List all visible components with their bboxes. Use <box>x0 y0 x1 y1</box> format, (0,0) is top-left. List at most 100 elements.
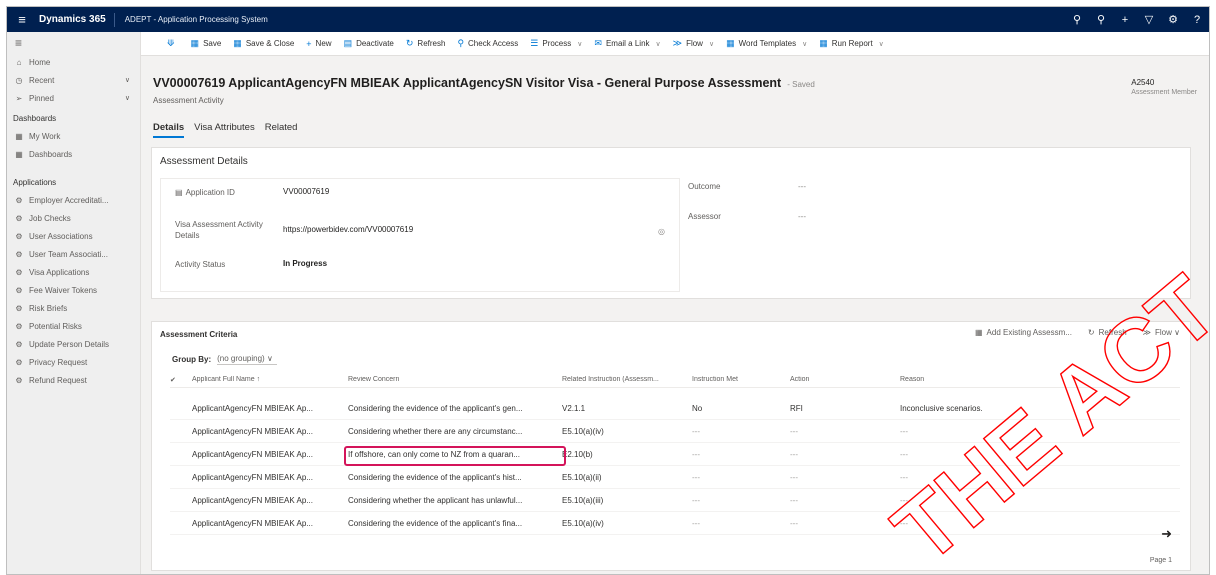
sidebar-item-potential-risks[interactable]: ⚙ Potential Risks <box>7 318 140 336</box>
tab-related[interactable]: Related <box>265 122 298 138</box>
globe-icon[interactable]: ◎ <box>658 227 665 236</box>
table-row[interactable]: ApplicantAgencyFN MBIEAK Ap... If offsho… <box>170 444 1180 466</box>
hamburger-icon[interactable]: ≡ <box>7 32 140 54</box>
cell-reason: --- <box>900 496 908 505</box>
outcome-value[interactable]: --- <box>798 182 806 191</box>
group-by-select[interactable]: (no grouping) ∨ <box>217 354 277 365</box>
cell-related-instruction[interactable]: E2.10(b) <box>558 450 688 459</box>
cell-review-concern[interactable]: Considering whether there are any circum… <box>344 427 558 436</box>
run-report-button[interactable]: ▦ Run Report ∨ <box>819 38 884 49</box>
add-existing-button[interactable]: ▦ Add Existing Assessm... <box>975 328 1072 337</box>
cell-related-instruction[interactable]: E5.10(a)(iv) <box>558 519 688 528</box>
gear-icon[interactable]: ⚙ <box>1161 13 1185 26</box>
cell-related-instruction[interactable]: E5.10(a)(iii) <box>558 496 688 505</box>
outcome-field[interactable]: Outcome --- <box>688 182 806 191</box>
flow-icon: ≫ <box>1142 328 1152 337</box>
app-launcher-icon[interactable]: ≡ <box>11 12 33 27</box>
arrow-right-icon[interactable]: ➜ <box>1161 526 1172 542</box>
help-icon[interactable]: ? <box>1185 14 1209 26</box>
filter-icon[interactable]: ▽ <box>1137 13 1161 26</box>
chevron-down-icon: ∨ <box>266 354 273 363</box>
deactivate-button[interactable]: ▤ Deactivate <box>344 38 394 49</box>
cell-action: RFI <box>790 404 803 413</box>
column-header-reason[interactable]: Reason <box>896 376 1116 383</box>
table-row[interactable]: ApplicantAgencyFN MBIEAK Ap... Consideri… <box>170 421 1180 443</box>
sidebar-item-visa-applications[interactable]: ⚙ Visa Applications <box>7 264 140 282</box>
cell-applicant-name[interactable]: ApplicantAgencyFN MBIEAK Ap... <box>192 473 344 482</box>
chevron-down-icon[interactable]: ∨ <box>125 90 130 108</box>
lightbulb-icon[interactable]: ⚲ <box>1089 13 1113 26</box>
back-button[interactable]: ⟱ <box>167 38 179 49</box>
table-row[interactable]: ApplicantAgencyFN MBIEAK Ap... Consideri… <box>170 513 1180 535</box>
application-id-value: VV00007619 <box>283 187 330 196</box>
column-header-review-concern[interactable]: Review Concern <box>344 376 558 383</box>
plus-icon[interactable]: + <box>1113 14 1137 26</box>
app-name[interactable]: ADEPT - Application Processing System <box>115 15 268 24</box>
sidebar-item-pinned[interactable]: ➢ Pinned ∨ <box>7 90 140 108</box>
check-access-button[interactable]: ⚲ Check Access <box>457 38 518 49</box>
cell-review-concern[interactable]: Considering the evidence of the applican… <box>344 473 558 482</box>
cell-related-instruction[interactable]: E5.10(a)(ii) <box>558 473 688 482</box>
deactivate-label: Deactivate <box>356 39 394 48</box>
new-button[interactable]: + New <box>306 39 331 49</box>
cell-applicant-name[interactable]: ApplicantAgencyFN MBIEAK Ap... <box>192 450 344 459</box>
cell-applicant-name[interactable]: ApplicantAgencyFN MBIEAK Ap... <box>192 496 344 505</box>
save-button[interactable]: ▦ Save <box>191 38 222 49</box>
cell-review-concern[interactable]: Considering the evidence of the applican… <box>344 404 558 413</box>
add-existing-icon: ▦ <box>974 328 983 337</box>
subgrid-flow-button[interactable]: ≫ Flow ∨ <box>1143 328 1180 337</box>
column-header-applicant-name[interactable]: Applicant Full Name ↑ <box>192 376 344 383</box>
sidebar-heading-dashboards: Dashboards <box>13 114 57 123</box>
page-title: VV00007619 ApplicantAgencyFN MBIEAK Appl… <box>153 76 815 90</box>
table-row[interactable]: ApplicantAgencyFN MBIEAK Ap... Consideri… <box>170 398 1180 420</box>
assessor-value[interactable]: --- <box>798 212 806 221</box>
chevron-down-icon: ∨ <box>1174 328 1180 337</box>
cell-related-instruction[interactable]: V2.1.1 <box>558 404 688 413</box>
sidebar-item-privacy-request[interactable]: ⚙ Privacy Request <box>7 354 140 372</box>
email-link-button[interactable]: ✉ Email a Link ∨ <box>594 38 660 49</box>
table-row[interactable]: ApplicantAgencyFN MBIEAK Ap... Consideri… <box>170 467 1180 489</box>
sidebar-item-risk-briefs[interactable]: ⚙ Risk Briefs <box>7 300 140 318</box>
sidebar-item-employer-accreditation[interactable]: ⚙ Employer Accreditati... <box>7 192 140 210</box>
save-status: - Saved <box>787 80 815 89</box>
chevron-down-icon[interactable]: ∨ <box>125 72 130 90</box>
sidebar-item-update-person-details[interactable]: ⚙ Update Person Details <box>7 336 140 354</box>
column-header-related-instruction[interactable]: Related Instruction (Assessm... <box>558 376 688 383</box>
save-close-button[interactable]: ▦ Save & Close <box>233 38 294 49</box>
brand-name[interactable]: Dynamics 365 <box>33 12 115 27</box>
sidebar-item-user-associations[interactable]: ⚙ User Associations <box>7 228 140 246</box>
assessor-field[interactable]: Assessor --- <box>688 212 806 221</box>
run-report-icon: ▦ <box>819 38 828 48</box>
cell-applicant-name[interactable]: ApplicantAgencyFN MBIEAK Ap... <box>192 427 344 436</box>
sidebar-item-recent[interactable]: ◷ Recent ∨ <box>7 72 140 90</box>
sidebar-item-fee-waiver-tokens[interactable]: ⚙ Fee Waiver Tokens <box>7 282 140 300</box>
table-row[interactable]: ApplicantAgencyFN MBIEAK Ap... Consideri… <box>170 490 1180 512</box>
select-all-checkbox[interactable]: ✔ <box>170 376 192 384</box>
cell-related-instruction[interactable]: E5.10(a)(iv) <box>558 427 688 436</box>
visa-link-value[interactable]: https://powerbidev.com/VV00007619 <box>283 219 413 241</box>
sidebar-item-my-work[interactable]: ▦ My Work <box>7 128 140 146</box>
column-header-action[interactable]: Action <box>786 376 896 383</box>
sidebar-item-refund-request[interactable]: ⚙ Refund Request <box>7 372 140 390</box>
column-header-instruction-met[interactable]: Instruction Met <box>688 376 786 383</box>
subgrid-refresh-button[interactable]: ↻ Refresh <box>1088 328 1127 337</box>
search-icon[interactable]: ⚲ <box>1065 13 1089 26</box>
cell-review-concern[interactable]: Considering the evidence of the applican… <box>344 519 558 528</box>
cog-icon: ⚙ <box>15 340 23 349</box>
tab-visa-attributes[interactable]: Visa Attributes <box>194 122 255 138</box>
chevron-down-icon: ∨ <box>655 40 661 48</box>
flow-button[interactable]: ≫ Flow ∨ <box>673 38 714 49</box>
sidebar-item-home[interactable]: ⌂ Home <box>7 54 140 72</box>
process-button[interactable]: ☰ Process ∨ <box>530 38 582 49</box>
sidebar-item-job-checks[interactable]: ⚙ Job Checks <box>7 210 140 228</box>
cell-instruction-met: --- <box>692 496 700 505</box>
grid-icon: ▦ <box>15 150 23 159</box>
sidebar-item-dashboards[interactable]: ▦ Dashboards <box>7 146 140 164</box>
tab-details[interactable]: Details <box>153 122 185 138</box>
refresh-button[interactable]: ↻ Refresh <box>406 38 446 49</box>
cell-applicant-name[interactable]: ApplicantAgencyFN MBIEAK Ap... <box>192 519 344 528</box>
sidebar-item-user-team-associations[interactable]: ⚙ User Team Associati... <box>7 246 140 264</box>
word-templates-button[interactable]: ▦ Word Templates ∨ <box>726 38 807 49</box>
cell-review-concern[interactable]: Considering whether the applicant has un… <box>344 496 558 505</box>
cell-applicant-name[interactable]: ApplicantAgencyFN MBIEAK Ap... <box>192 404 344 413</box>
